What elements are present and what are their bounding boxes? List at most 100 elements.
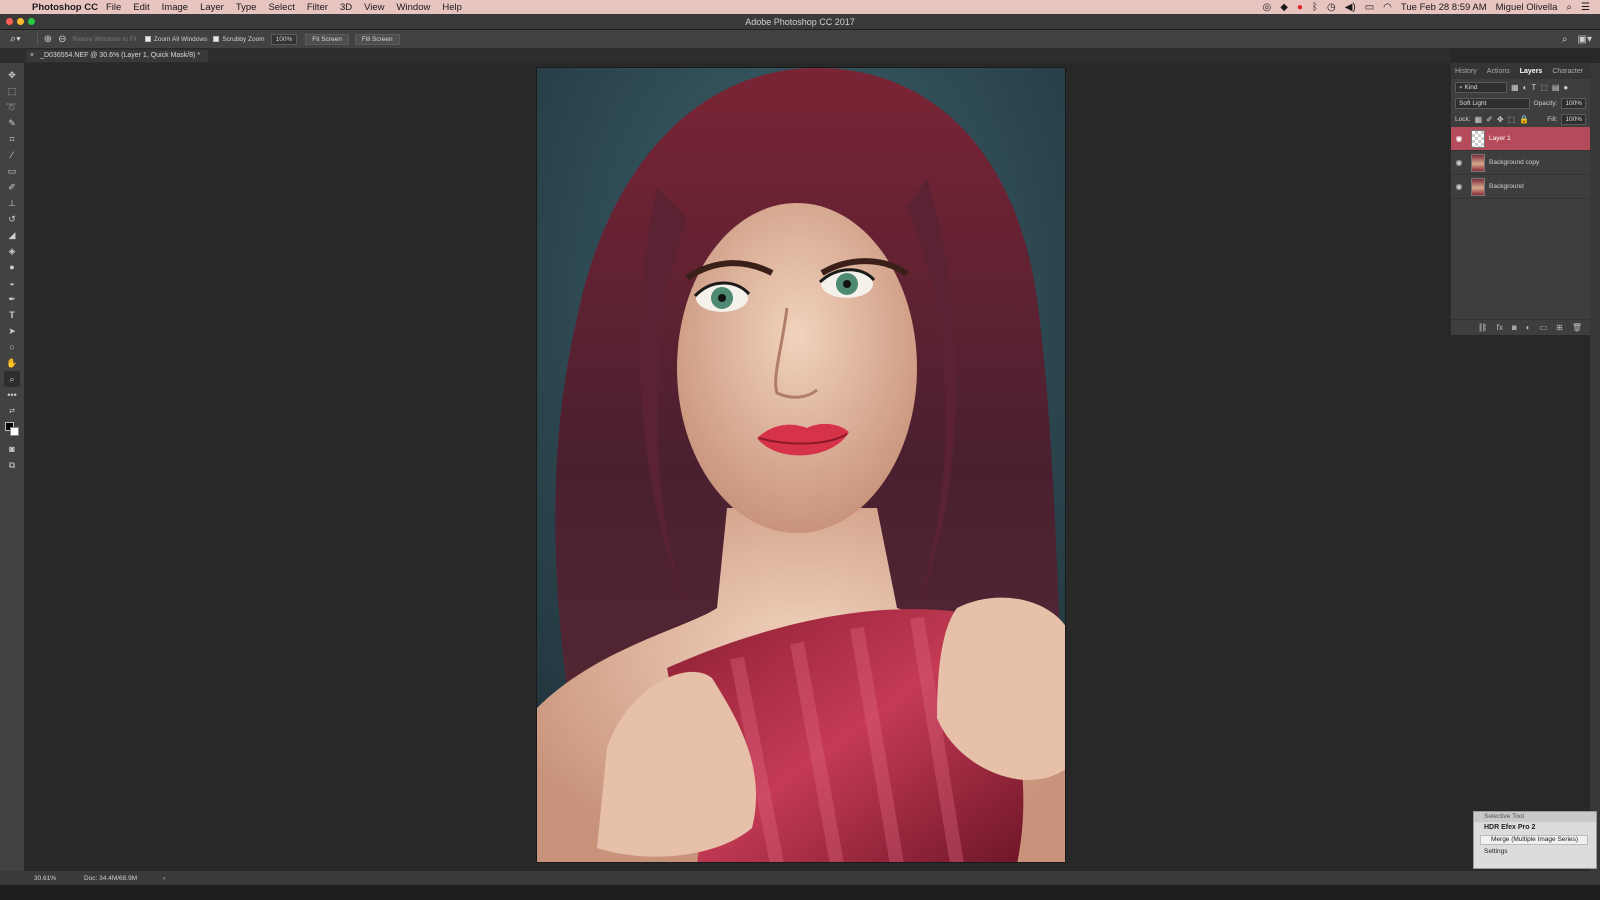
menu-3d[interactable]: 3D (340, 2, 352, 13)
move-tool-icon[interactable]: ✥ (4, 67, 20, 83)
kind-filter-dropdown[interactable]: ⌕ Kind (1455, 81, 1507, 93)
merge-button[interactable]: Merge (Multiple Image Series) (1480, 835, 1588, 845)
close-window-button[interactable] (6, 18, 13, 25)
clock[interactable]: Tue Feb 28 8:59 AM (1401, 2, 1487, 13)
document-image[interactable] (536, 67, 1066, 863)
menu-edit[interactable]: Edit (133, 2, 149, 13)
document-tab[interactable]: × _D036554.NEF @ 30.6% (Layer 1, Quick M… (26, 50, 209, 62)
path-selection-tool-icon[interactable]: ➤ (4, 323, 20, 339)
crop-tool-icon[interactable]: ⌗ (4, 131, 20, 147)
paint-bucket-tool-icon[interactable]: ◈ (4, 243, 20, 259)
resize-windows-checkbox[interactable]: Resize Windows to Fit (73, 36, 137, 43)
history-brush-tool-icon[interactable]: ↺ (4, 211, 20, 227)
clone-stamp-tool-icon[interactable]: ⊥ (4, 195, 20, 211)
lasso-tool-icon[interactable]: ➰ (4, 99, 20, 115)
pen-tool-icon[interactable]: ✒ (4, 291, 20, 307)
wifi-icon[interactable]: ◠ (1383, 2, 1392, 13)
filter-smart-object-icon[interactable]: ▤ (1552, 83, 1560, 92)
lock-position-icon[interactable]: ✥ (1497, 115, 1504, 124)
dodge-tool-icon[interactable]: ◒ (4, 275, 20, 291)
workspace-icon[interactable]: ▣▾ (1578, 34, 1592, 45)
dropbox-icon[interactable]: ◆ (1280, 2, 1288, 13)
zoom-level-field[interactable]: 30.61% (34, 875, 84, 882)
delete-layer-icon[interactable]: 🗑 (1572, 323, 1582, 332)
eyedropper-tool-icon[interactable]: ⁄ (4, 147, 20, 163)
brush-tool-icon[interactable]: ✐ (4, 179, 20, 195)
marquee-tool-icon[interactable]: ⬚ (4, 83, 20, 99)
airplay-icon[interactable]: ▭ (1365, 2, 1374, 13)
type-tool-icon[interactable]: T (4, 307, 20, 323)
tab-actions[interactable]: Actions (1487, 68, 1510, 75)
layer-row-background-copy[interactable]: ◉ Background copy (1451, 151, 1590, 175)
tab-character[interactable]: Character (1552, 68, 1583, 75)
zoom-window-button[interactable] (28, 18, 35, 25)
menu-layer[interactable]: Layer (200, 2, 224, 13)
fill-field[interactable]: 100% (1561, 113, 1586, 125)
healing-brush-tool-icon[interactable]: ▭ (4, 163, 20, 179)
blend-mode-dropdown[interactable]: Soft Light (1455, 97, 1530, 109)
adjustment-layer-icon[interactable]: ◐ (1526, 323, 1531, 332)
filter-shape-icon[interactable]: ⬚ (1540, 83, 1548, 92)
menu-view[interactable]: View (364, 2, 384, 13)
ellipse-tool-icon[interactable]: ○ (4, 339, 20, 355)
filter-type-icon[interactable]: T (1531, 83, 1536, 92)
minimize-window-button[interactable] (17, 18, 24, 25)
filter-toggle-icon[interactable]: ● (1563, 83, 1568, 92)
menu-type[interactable]: Type (236, 2, 257, 13)
screen-mode-icon[interactable]: ⧉ (4, 457, 20, 473)
menu-app-name[interactable]: Photoshop CC (32, 2, 98, 13)
blur-tool-icon[interactable]: ● (4, 259, 20, 275)
menu-image[interactable]: Image (162, 2, 188, 13)
opacity-field[interactable]: 100% (1561, 97, 1586, 109)
menu-help[interactable]: Help (442, 2, 462, 13)
color-swatches[interactable] (4, 421, 20, 437)
layer-style-icon[interactable]: fx (1497, 323, 1503, 332)
user-name[interactable]: Miguel Olivella (1496, 2, 1558, 13)
filter-pixel-icon[interactable]: ▦ (1511, 83, 1519, 92)
volume-icon[interactable]: ◀) (1345, 2, 1356, 13)
settings-link[interactable]: Settings (1474, 846, 1596, 858)
link-layers-icon[interactable]: ⛓ (1478, 323, 1488, 332)
new-group-icon[interactable]: ▭ (1540, 323, 1548, 332)
scrubby-zoom-checkbox[interactable]: Scrubby Zoom (213, 36, 265, 43)
zoom-out-icon[interactable]: ⊖ (58, 34, 66, 45)
quick-mask-icon[interactable]: ◙ (4, 441, 20, 457)
search-icon[interactable]: ⌕ (1562, 34, 1568, 45)
new-layer-icon[interactable]: ⊞ (1556, 323, 1563, 332)
canvas-area[interactable] (26, 63, 1450, 871)
menu-file[interactable]: File (106, 2, 121, 13)
zoom-tool-preset-icon[interactable]: ⌕▾ (10, 33, 21, 46)
zoom-all-windows-checkbox[interactable]: Zoom All Windows (144, 36, 207, 43)
filter-adjustment-icon[interactable]: ◐ (1523, 83, 1528, 92)
spotlight-search-icon[interactable]: ⌕ (1566, 2, 1572, 13)
close-tab-icon[interactable]: × (30, 50, 34, 62)
status-menu-arrow-icon[interactable]: › (163, 875, 165, 882)
time-machine-icon[interactable]: ◷ (1327, 2, 1336, 13)
adobe-icon[interactable]: ● (1297, 2, 1303, 13)
bluetooth-icon[interactable]: ᛒ (1312, 2, 1318, 13)
eye-icon[interactable]: ◉ (1451, 134, 1467, 143)
fit-screen-button[interactable]: Fit Screen (305, 33, 349, 45)
tab-history[interactable]: History (1455, 68, 1477, 75)
lock-artboard-icon[interactable]: ⬚ (1508, 115, 1516, 124)
hdr-efex-header[interactable]: HDR Efex Pro 2 (1474, 822, 1596, 834)
layer-row-background[interactable]: ◉ Background (1451, 175, 1590, 199)
menu-window[interactable]: Window (397, 2, 431, 13)
selective-tool-palette[interactable]: Selective Tool HDR Efex Pro 2 Merge (Mul… (1473, 811, 1597, 869)
eye-icon[interactable]: ◉ (1451, 182, 1467, 191)
selective-tool-title[interactable]: Selective Tool (1474, 812, 1596, 822)
background-color-swatch[interactable] (10, 427, 19, 436)
document-size-info[interactable]: Doc: 34.4M/68.9M (84, 875, 137, 882)
swap-colors-icon[interactable]: ⇄ (4, 403, 20, 419)
more-tools-icon[interactable]: ••• (4, 387, 20, 403)
layer-row-layer-1[interactable]: ◉ Layer 1 (1451, 127, 1590, 151)
lock-pixels-icon[interactable]: ✐ (1486, 115, 1493, 124)
fill-screen-button[interactable]: Fill Screen (354, 33, 400, 45)
zoom-tool-icon[interactable]: ⌕ (4, 371, 20, 387)
lock-transparent-icon[interactable]: ▦ (1475, 115, 1483, 124)
tab-layers[interactable]: Layers (1520, 68, 1543, 75)
layer-mask-icon[interactable]: ◙ (1512, 323, 1517, 332)
zoom-in-icon[interactable]: ⊕ (44, 34, 52, 45)
menu-filter[interactable]: Filter (307, 2, 328, 13)
eye-icon[interactable]: ◉ (1451, 158, 1467, 167)
